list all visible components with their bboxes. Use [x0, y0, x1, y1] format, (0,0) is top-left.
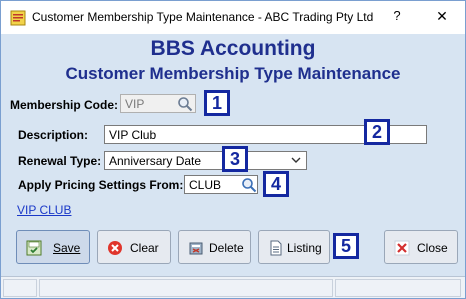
description-value: VIP Club [109, 128, 157, 142]
window-close-button[interactable]: ✕ [432, 6, 452, 26]
vip-club-link[interactable]: VIP CLUB [17, 203, 71, 217]
status-pane [3, 279, 37, 297]
delete-button-label: Delete [209, 241, 244, 255]
clear-button[interactable]: Clear [97, 230, 171, 264]
delete-button[interactable]: Delete [178, 230, 251, 264]
annotation-badge-2: 2 [364, 119, 390, 145]
apply-pricing-value: CLUB [189, 178, 222, 192]
status-bar [1, 276, 465, 298]
chevron-down-icon[interactable] [291, 156, 301, 164]
main-window: Customer Membership Type Maintenance - A… [0, 0, 466, 299]
app-icon [10, 10, 26, 26]
description-label: Description: [18, 128, 89, 142]
clear-button-label: Clear [130, 241, 159, 255]
close-icon [394, 240, 410, 256]
annotation-badge-5: 5 [333, 233, 359, 259]
search-icon[interactable] [241, 177, 257, 193]
help-button[interactable]: ? [387, 6, 407, 26]
membership-code-value: VIP [125, 97, 145, 111]
clear-icon [108, 241, 122, 255]
save-icon [26, 240, 42, 256]
status-pane [39, 279, 333, 297]
annotation-badge-4: 4 [263, 171, 289, 197]
listing-icon [270, 240, 282, 256]
close-button-label: Close [417, 241, 448, 255]
close-button[interactable]: Close [384, 230, 458, 264]
title-bar: Customer Membership Type Maintenance - A… [1, 1, 465, 34]
save-button-label: Save [53, 241, 81, 255]
save-button[interactable]: Save [16, 230, 90, 264]
renewal-type-label: Renewal Type: [18, 154, 102, 168]
window-title: Customer Membership Type Maintenance - A… [32, 10, 374, 24]
annotation-badge-1: 1 [204, 90, 230, 116]
membership-code-label: Membership Code: [10, 98, 119, 112]
form-title-heading: Customer Membership Type Maintenance [65, 64, 401, 83]
app-name-heading: BBS Accounting [150, 37, 316, 60]
apply-pricing-label: Apply Pricing Settings From: [18, 178, 184, 192]
renewal-type-value: Anniversary Date [109, 154, 202, 168]
listing-button[interactable]: Listing [258, 230, 330, 264]
delete-icon [189, 242, 203, 255]
listing-button-label: Listing [287, 241, 322, 255]
status-pane [335, 279, 461, 297]
annotation-badge-3: 3 [222, 146, 248, 172]
renewal-type-select[interactable]: Anniversary Date [104, 151, 307, 170]
search-icon[interactable] [177, 96, 193, 112]
